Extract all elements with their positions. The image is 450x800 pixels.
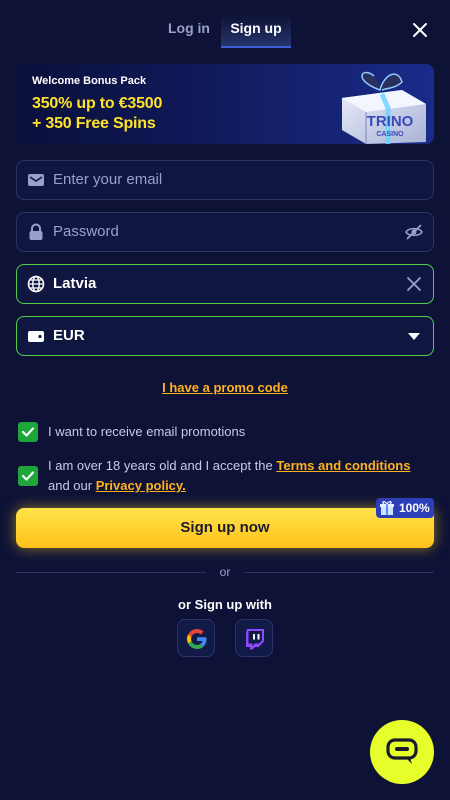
globe-icon <box>27 275 45 293</box>
sign-up-now-button[interactable]: Sign up now <box>16 508 434 548</box>
welcome-bonus-banner: Welcome Bonus Pack 350% up to €3500 + 35… <box>16 64 434 144</box>
chat-icon <box>386 738 418 764</box>
password-placeholder: Password <box>53 223 119 240</box>
age-terms-checkbox[interactable] <box>18 466 38 486</box>
bonus-badge: 100% <box>376 498 434 518</box>
banner-title: Welcome Bonus Pack <box>32 75 147 87</box>
privacy-policy-link[interactable]: Privacy policy. <box>96 478 186 493</box>
mail-icon <box>28 174 44 186</box>
country-field[interactable]: Latvia <box>16 264 434 304</box>
email-placeholder: Enter your email <box>53 171 163 188</box>
social-signup-title: or Sign up with <box>178 597 272 612</box>
check-icon <box>21 471 35 481</box>
banner-bonus-line: 350% up to €3500 <box>32 95 163 112</box>
gift-box-image: TRINO CASINO <box>342 71 426 144</box>
bonus-badge-value: 100% <box>399 501 430 515</box>
promo-code-link[interactable]: I have a promo code <box>0 380 450 395</box>
chat-support-button[interactable] <box>370 720 434 784</box>
currency-value: EUR <box>53 327 85 344</box>
tab-signup[interactable]: Sign up <box>221 14 291 48</box>
twitch-icon <box>246 629 264 650</box>
age-terms-middle: and our <box>48 478 96 493</box>
lock-icon <box>29 223 43 240</box>
clear-icon[interactable] <box>405 275 423 293</box>
eye-off-icon[interactable] <box>405 223 423 241</box>
email-promotions-label: I want to receive email promotions <box>48 424 246 439</box>
banner-spins-line: + 350 Free Spins <box>32 115 156 132</box>
divider-right <box>244 572 434 573</box>
password-field[interactable]: Password <box>16 212 434 252</box>
wallet-icon <box>28 331 44 342</box>
gift-icon <box>380 501 394 515</box>
email-promotions-checkbox[interactable] <box>18 422 38 442</box>
currency-select[interactable]: EUR <box>16 316 434 356</box>
twitch-signup-button[interactable] <box>235 619 273 657</box>
close-icon[interactable] <box>410 20 430 40</box>
email-field[interactable]: Enter your email <box>16 160 434 200</box>
banner-brand: TRINO <box>367 113 414 130</box>
age-terms-prefix: I am over 18 years old and I accept the <box>48 458 277 473</box>
tab-login[interactable]: Log in <box>158 14 220 48</box>
google-icon <box>187 629 207 649</box>
google-signup-button[interactable] <box>177 619 215 657</box>
banner-brand-sub: CASINO <box>376 131 404 138</box>
chevron-down-icon[interactable] <box>405 327 423 345</box>
age-terms-label: I am over 18 years old and I accept the … <box>48 456 428 496</box>
terms-link[interactable]: Terms and conditions <box>276 458 410 473</box>
check-icon <box>21 427 35 437</box>
auth-tabs: Log in Sign up <box>0 14 450 48</box>
country-value: Latvia <box>53 275 97 292</box>
